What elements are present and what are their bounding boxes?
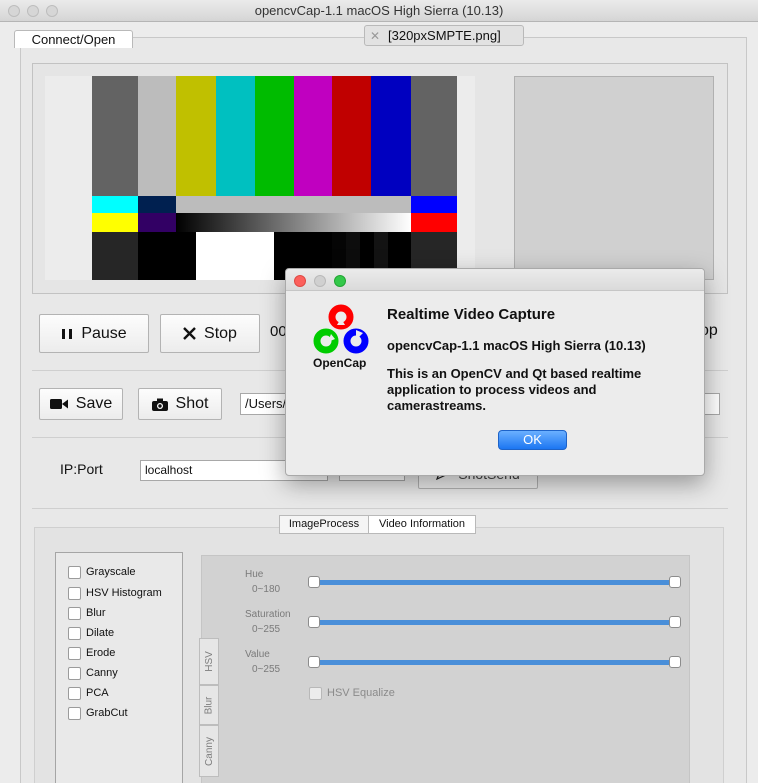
tab-file[interactable]: ✕ [320pxSMPTE.png] [364, 25, 524, 46]
value-label: Value [245, 649, 270, 660]
checkbox-dilate[interactable]: Dilate [68, 625, 114, 641]
checkbox-box[interactable] [68, 626, 81, 640]
side-tab-label: Blur [203, 696, 215, 714]
checkbox-box[interactable] [68, 646, 81, 660]
logo-text: OpenCap [313, 356, 367, 370]
close-tab-icon[interactable]: ✕ [370, 26, 380, 46]
close-window-button[interactable] [8, 5, 20, 17]
opencv-rings-icon [313, 304, 369, 354]
pause-button[interactable]: Pause [39, 314, 149, 353]
checkbox-box[interactable] [68, 686, 81, 700]
checkbox-label: Dilate [86, 627, 115, 639]
saturation-range: 0~255 [252, 624, 281, 635]
smpte-test-pattern [45, 76, 475, 280]
ip-port-label: IP:Port [60, 461, 103, 477]
saturation-label: Saturation [245, 609, 291, 620]
processed-preview [514, 76, 714, 280]
dialog-subtitle: opencvCap-1.1 macOS High Sierra (10.13) [387, 338, 646, 353]
checkbox-box[interactable] [309, 686, 322, 700]
value-low-handle[interactable] [308, 656, 320, 668]
video-display [45, 76, 475, 280]
tab-image-process[interactable]: ImageProcess [279, 515, 369, 534]
checkbox-label: HSV Equalize [327, 687, 395, 699]
close-x-icon [183, 327, 196, 340]
dialog-minimize-button[interactable] [314, 275, 326, 287]
checkbox-blur[interactable]: Blur [68, 605, 106, 621]
checkbox-label: PCA [86, 687, 109, 699]
host-value: localhost [145, 463, 193, 477]
dialog-close-button[interactable] [294, 275, 306, 287]
checkbox-label: Erode [86, 647, 116, 659]
checkbox-label: Canny [86, 667, 118, 679]
side-tab-label: HSV [203, 651, 215, 672]
dialog-title: Realtime Video Capture [387, 306, 556, 323]
side-tab-blur[interactable]: Blur [199, 685, 219, 725]
checkbox-box[interactable] [68, 586, 81, 600]
save-button[interactable]: Save [39, 388, 123, 420]
tab-video-information[interactable]: Video Information [368, 515, 476, 534]
shot-label: Shot [175, 395, 209, 412]
dialog-zoom-button[interactable] [334, 275, 346, 287]
checkbox-grayscale[interactable]: Grayscale [68, 564, 136, 580]
zoom-window-button[interactable] [46, 5, 58, 17]
divider [32, 508, 728, 509]
hue-slider-track[interactable] [313, 580, 675, 585]
dialog-title-bar [286, 269, 704, 291]
checkbox-hsv-histogram[interactable]: HSV Histogram [68, 585, 162, 601]
checkbox-label: Blur [86, 607, 106, 619]
opencap-logo: OpenCap [311, 303, 371, 383]
tab-connect-open[interactable]: Connect/Open [14, 30, 133, 48]
side-tab-hsv[interactable]: HSV [199, 638, 219, 685]
window-title-bar: opencvCap-1.1 macOS High Sierra (10.13) [0, 0, 758, 22]
save-label: Save [75, 395, 113, 412]
pause-label: Pause [81, 324, 127, 342]
value-slider-track[interactable] [313, 660, 675, 665]
checkbox-canny[interactable]: Canny [68, 665, 118, 681]
checkbox-box[interactable] [68, 666, 81, 680]
checkbox-label: HSV Histogram [86, 587, 162, 599]
saturation-slider-track[interactable] [313, 620, 675, 625]
about-dialog: OpenCap Realtime Video Capture opencvCap… [285, 268, 705, 476]
window-title: opencvCap-1.1 macOS High Sierra (10.13) [254, 3, 504, 18]
checkbox-hsv-equalize[interactable]: HSV Equalize [309, 685, 395, 701]
checkbox-label: GrabCut [86, 707, 128, 719]
dialog-body: This is an OpenCV and Qt based realtime … [387, 366, 642, 413]
stop-label: Stop [204, 324, 237, 342]
checkbox-grabcut[interactable]: GrabCut [68, 705, 128, 721]
stop-button[interactable]: Stop [160, 314, 260, 353]
hue-label: Hue [245, 569, 264, 580]
save-path-value: /Users/ [245, 396, 287, 411]
hue-low-handle[interactable] [308, 576, 320, 588]
hue-high-handle[interactable] [669, 576, 681, 588]
value-high-handle[interactable] [669, 656, 681, 668]
minimize-window-button[interactable] [27, 5, 39, 17]
pause-icon [62, 328, 73, 339]
ok-button[interactable]: OK [498, 430, 567, 450]
checkbox-pca[interactable]: PCA [68, 685, 109, 701]
side-tab-canny[interactable]: Canny [199, 725, 219, 777]
saturation-high-handle[interactable] [669, 616, 681, 628]
tab-file-label: [320pxSMPTE.png] [388, 28, 501, 43]
checkbox-box[interactable] [68, 706, 81, 720]
video-camera-icon [49, 399, 68, 409]
side-tab-label: Canny [203, 736, 215, 766]
saturation-low-handle[interactable] [308, 616, 320, 628]
hue-range: 0~180 [252, 584, 281, 595]
photo-camera-icon [151, 398, 168, 411]
value-range: 0~255 [252, 664, 281, 675]
checkbox-box[interactable] [68, 606, 81, 620]
checkbox-label: Grayscale [86, 566, 136, 578]
checkbox-erode[interactable]: Erode [68, 645, 115, 661]
shot-button[interactable]: Shot [138, 388, 222, 420]
checkbox-box[interactable] [68, 565, 81, 579]
